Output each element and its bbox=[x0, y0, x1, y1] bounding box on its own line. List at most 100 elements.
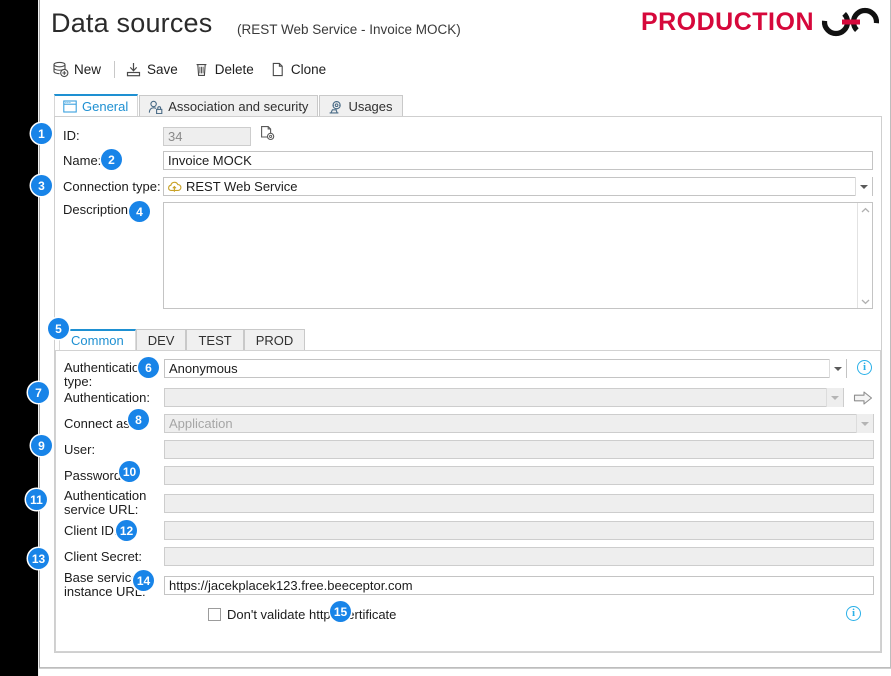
scroll-up-icon[interactable] bbox=[858, 203, 873, 217]
callout-badge-8: 8 bbox=[128, 409, 149, 430]
callout-badge-2: 2 bbox=[101, 149, 122, 170]
clone-button-label: Clone bbox=[290, 61, 327, 77]
id-row: ID: 34 bbox=[63, 125, 875, 147]
client-id-row: Client ID: bbox=[64, 521, 874, 540]
name-row: Name: Invoice MOCK bbox=[63, 151, 875, 170]
brand-label: PRODUCTION bbox=[640, 7, 814, 36]
auth-type-value: Anonymous bbox=[169, 361, 238, 376]
user-row: User: bbox=[64, 440, 874, 459]
no-validate-https-checkbox[interactable] bbox=[208, 608, 221, 621]
document-gear-icon bbox=[261, 126, 275, 141]
tab-usages-label: Usages bbox=[348, 99, 393, 114]
auth-type-row: Authentication type: Anonymous i bbox=[64, 359, 874, 389]
data-sources-window: Data sources (REST Web Service - Invoice… bbox=[39, 0, 891, 668]
tab-association-and-security[interactable]: Association and security bbox=[139, 95, 319, 117]
name-input[interactable]: Invoice MOCK bbox=[163, 151, 873, 170]
authentication-label: Authentication: bbox=[64, 389, 151, 405]
auth-type-chevron-down-icon[interactable] bbox=[829, 359, 846, 378]
connection-type-chevron-down-icon[interactable] bbox=[855, 177, 872, 196]
client-id-input bbox=[164, 521, 874, 540]
env-tab-strip: Common DEV TEST PROD bbox=[59, 329, 306, 350]
auth-type-info-button[interactable]: i bbox=[857, 359, 872, 375]
new-button-label: New bbox=[74, 61, 102, 77]
page-title: Data sources bbox=[51, 8, 213, 38]
trash-icon bbox=[196, 63, 207, 76]
info-icon: i bbox=[857, 360, 872, 375]
connection-type-row: Connection type: REST Web Service bbox=[63, 177, 875, 196]
callout-badge-12: 12 bbox=[116, 520, 137, 541]
save-icon bbox=[126, 62, 141, 76]
callout-badge-7: 7 bbox=[28, 382, 49, 403]
env-tab-common[interactable]: Common bbox=[59, 329, 136, 350]
window-bottom-edge bbox=[39, 668, 891, 676]
description-scrollbar[interactable] bbox=[857, 203, 872, 308]
callout-badge-13: 13 bbox=[28, 548, 49, 569]
auth-service-url-input bbox=[164, 493, 874, 513]
connection-type-combo[interactable]: REST Web Service bbox=[163, 177, 873, 196]
authentication-go-button[interactable] bbox=[852, 388, 874, 407]
brand-logo: PRODUCTION bbox=[641, 7, 882, 37]
database-add-icon bbox=[53, 61, 69, 77]
callout-badge-6: 6 bbox=[138, 357, 159, 378]
base-service-url-input[interactable]: https://jacekplacek123.free.beeceptor.co… bbox=[164, 575, 874, 595]
delete-button[interactable]: Delete bbox=[187, 59, 263, 80]
callout-badge-15: 15 bbox=[330, 601, 351, 622]
env-tab-prod[interactable]: PROD bbox=[243, 329, 306, 350]
connect-as-label: Connect as: bbox=[64, 415, 134, 431]
info-icon-2: i bbox=[846, 606, 861, 621]
chain-link-icon bbox=[821, 7, 880, 37]
description-textarea[interactable] bbox=[163, 202, 873, 309]
password-input bbox=[164, 466, 874, 485]
window-icon bbox=[63, 100, 77, 113]
gear-stamp-icon bbox=[330, 100, 342, 113]
base-service-url-row: Base service instance URL: https://jacekp… bbox=[64, 571, 874, 599]
page-subtitle: (REST Web Service - Invoice MOCK) bbox=[237, 22, 461, 37]
tab-general-label: General bbox=[82, 99, 129, 114]
client-secret-row: Client Secret: bbox=[64, 547, 874, 566]
arrow-right-icon bbox=[853, 390, 873, 405]
password-row: Password: bbox=[64, 466, 874, 485]
callout-badge-9: 9 bbox=[31, 435, 52, 456]
authentication-combo bbox=[163, 388, 845, 407]
callout-badge-4: 4 bbox=[129, 201, 150, 222]
tab-usages[interactable]: Usages bbox=[319, 95, 403, 117]
env-tab-test[interactable]: TEST bbox=[186, 329, 244, 350]
id-settings-button[interactable] bbox=[259, 125, 276, 147]
copy-document-icon bbox=[272, 62, 283, 76]
left-dark-strip bbox=[0, 0, 38, 676]
new-button[interactable]: New bbox=[46, 59, 110, 80]
callout-badge-3: 3 bbox=[31, 175, 52, 196]
client-id-label: Client ID: bbox=[64, 522, 118, 538]
tab-association-label: Association and security bbox=[168, 99, 309, 114]
authentication-row: Authentication: bbox=[64, 388, 874, 407]
delete-button-label: Delete bbox=[214, 61, 254, 77]
toolbar-separator bbox=[114, 60, 116, 78]
password-label: Password: bbox=[64, 467, 125, 483]
no-validate-https-label: Don't validate https certificate bbox=[227, 607, 397, 622]
cloud-upload-icon bbox=[168, 181, 182, 192]
save-button[interactable]: Save bbox=[119, 59, 187, 80]
authentication-chevron-down-icon bbox=[826, 388, 844, 407]
clone-button[interactable]: Clone bbox=[263, 59, 335, 80]
connect-as-value: Application bbox=[169, 416, 233, 431]
auth-type-combo[interactable]: Anonymous bbox=[164, 359, 847, 378]
scroll-down-icon[interactable] bbox=[858, 294, 873, 308]
env-tab-dev[interactable]: DEV bbox=[135, 329, 187, 350]
save-button-label: Save bbox=[147, 61, 178, 77]
callout-badge-10: 10 bbox=[119, 461, 140, 482]
common-settings-panel: Authentication type: Anonymous i Authent… bbox=[55, 350, 881, 652]
general-panel: ID: 34 Name: Invoice MOCK Connection typ… bbox=[54, 116, 882, 653]
connection-type-label: Connection type: bbox=[63, 178, 161, 194]
user-input bbox=[164, 440, 874, 459]
https-info-button[interactable]: i bbox=[846, 606, 861, 621]
connect-as-row: Connect as: Application bbox=[64, 414, 874, 433]
callout-badge-14: 14 bbox=[133, 570, 154, 591]
no-validate-https-row[interactable]: Don't validate https certificate bbox=[208, 607, 396, 622]
user-lock-icon bbox=[149, 100, 163, 114]
auth-service-url-row: Authentication service URL: bbox=[64, 489, 874, 517]
client-secret-label: Client Secret: bbox=[64, 548, 143, 564]
connection-type-value: REST Web Service bbox=[186, 179, 298, 194]
tab-general[interactable]: General bbox=[54, 94, 139, 117]
connect-as-combo: Application bbox=[164, 414, 874, 433]
callout-badge-5: 5 bbox=[48, 318, 69, 339]
